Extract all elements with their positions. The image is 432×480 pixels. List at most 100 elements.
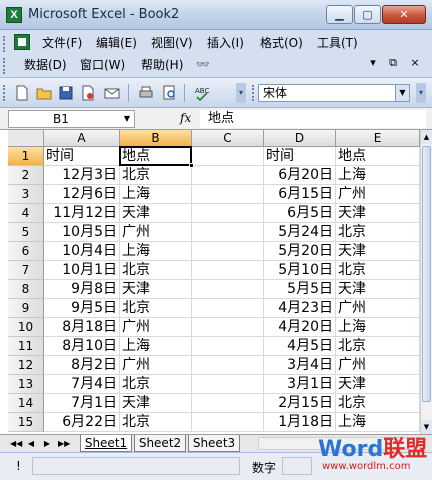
scroll-up-icon[interactable]: ▲: [421, 130, 432, 144]
cell-b7[interactable]: 北京: [120, 261, 192, 280]
cell-e11[interactable]: 北京: [336, 337, 420, 356]
chevron-down-icon[interactable]: ▼: [120, 111, 134, 127]
cell-b15[interactable]: 北京: [120, 413, 192, 432]
cell-a4[interactable]: 11月12日: [44, 204, 120, 223]
cell-c7[interactable]: [192, 261, 264, 280]
row-header[interactable]: 11: [8, 337, 44, 356]
row-header[interactable]: 1: [8, 147, 44, 166]
cell-d10[interactable]: 4月20日: [264, 318, 336, 337]
doc-minimize-icon[interactable]: ▾: [366, 56, 380, 69]
cell-c2[interactable]: [192, 166, 264, 185]
cell-e8[interactable]: 天津: [336, 280, 420, 299]
row-header[interactable]: 13: [8, 375, 44, 394]
tab-sheet3[interactable]: Sheet3: [188, 435, 240, 452]
menu-help[interactable]: 帮助(H): [141, 56, 183, 74]
cell-c1[interactable]: [192, 147, 264, 166]
next-sheet-icon[interactable]: ▶: [42, 437, 52, 451]
cell-e3[interactable]: 广州: [336, 185, 420, 204]
cell-c4[interactable]: [192, 204, 264, 223]
menu-insert[interactable]: 插入(I): [207, 34, 244, 52]
menu-format[interactable]: 格式(O): [260, 34, 303, 52]
cell-d15[interactable]: 1月18日: [264, 413, 336, 432]
cell-d13[interactable]: 3月1日: [264, 375, 336, 394]
insert-function-icon[interactable]: fx: [180, 111, 191, 125]
workbook-icon[interactable]: [14, 34, 30, 50]
toolbar-options-chevron[interactable]: ▾: [416, 83, 426, 103]
chevron-down-icon[interactable]: ▼: [395, 85, 409, 101]
cell-b3[interactable]: 上海: [120, 185, 192, 204]
cell-b5[interactable]: 广州: [120, 223, 192, 242]
cell-a7[interactable]: 10月1日: [44, 261, 120, 280]
cell-c6[interactable]: [192, 242, 264, 261]
column-header-b[interactable]: B: [120, 130, 192, 147]
row-header[interactable]: 5: [8, 223, 44, 242]
cell-c12[interactable]: [192, 356, 264, 375]
cell-a5[interactable]: 10月5日: [44, 223, 120, 242]
cell-b12[interactable]: 广州: [120, 356, 192, 375]
worksheet-grid[interactable]: A B C D E 1 时间 地点 时间 地点 2 12月3日 北京 6月20日 上海 3 12月6日 上海 6月1…: [0, 130, 420, 434]
column-header-a[interactable]: A: [44, 130, 120, 147]
cell-a15[interactable]: 6月22日: [44, 413, 120, 432]
cell-a2[interactable]: 12月3日: [44, 166, 120, 185]
menu-window[interactable]: 窗口(W): [80, 56, 125, 74]
cell-e4[interactable]: 天津: [336, 204, 420, 223]
cell-d14[interactable]: 2月15日: [264, 394, 336, 413]
row-header[interactable]: 14: [8, 394, 44, 413]
new-file-icon[interactable]: [14, 85, 30, 101]
tab-sheet1[interactable]: Sheet1: [80, 435, 132, 452]
menu-grip-handle[interactable]: [3, 36, 7, 52]
cell-d8[interactable]: 5月5日: [264, 280, 336, 299]
prev-sheet-icon[interactable]: ◀: [26, 437, 36, 451]
cell-c10[interactable]: [192, 318, 264, 337]
permission-icon[interactable]: [80, 85, 96, 101]
select-all-corner[interactable]: [8, 130, 44, 147]
maximize-button[interactable]: ▢: [354, 5, 381, 24]
cell-a13[interactable]: 7月4日: [44, 375, 120, 394]
cell-d3[interactable]: 6月15日: [264, 185, 336, 204]
font-name-select[interactable]: 宋体 ▼: [258, 84, 410, 102]
menu-tools[interactable]: 工具(T): [317, 34, 358, 52]
cell-b14[interactable]: 天津: [120, 394, 192, 413]
cell-a14[interactable]: 7月1日: [44, 394, 120, 413]
cell-a3[interactable]: 12月6日: [44, 185, 120, 204]
cell-a1[interactable]: 时间: [44, 147, 120, 166]
cell-d7[interactable]: 5月10日: [264, 261, 336, 280]
column-header-c[interactable]: C: [192, 130, 264, 147]
first-sheet-icon[interactable]: ◀◀: [10, 437, 22, 451]
cell-c14[interactable]: [192, 394, 264, 413]
name-box[interactable]: B1 ▼: [8, 110, 135, 128]
cell-c3[interactable]: [192, 185, 264, 204]
cell-b8[interactable]: 天津: [120, 280, 192, 299]
doc-close-icon[interactable]: ×: [408, 56, 422, 69]
cell-e15[interactable]: 上海: [336, 413, 420, 432]
formula-input[interactable]: 地点: [200, 110, 426, 128]
column-header-e[interactable]: E: [336, 130, 420, 147]
cell-e14[interactable]: 北京: [336, 394, 420, 413]
cell-b11[interactable]: 上海: [120, 337, 192, 356]
minimize-button[interactable]: ▁: [326, 5, 353, 24]
cell-a11[interactable]: 8月10日: [44, 337, 120, 356]
row-header[interactable]: 3: [8, 185, 44, 204]
cell-e12[interactable]: 广州: [336, 356, 420, 375]
cell-b1[interactable]: 地点: [120, 147, 192, 166]
cell-c5[interactable]: [192, 223, 264, 242]
cell-b2[interactable]: 北京: [120, 166, 192, 185]
cell-e5[interactable]: 北京: [336, 223, 420, 242]
column-header-d[interactable]: D: [264, 130, 336, 147]
cell-d1[interactable]: 时间: [264, 147, 336, 166]
cell-c13[interactable]: [192, 375, 264, 394]
glasses-icon[interactable]: 👓: [196, 56, 210, 74]
cell-a6[interactable]: 10月4日: [44, 242, 120, 261]
cell-a10[interactable]: 8月18日: [44, 318, 120, 337]
spelling-icon[interactable]: ABC: [194, 85, 210, 101]
cell-a8[interactable]: 9月8日: [44, 280, 120, 299]
save-icon[interactable]: [58, 85, 74, 101]
row-header[interactable]: 6: [8, 242, 44, 261]
row-header[interactable]: 4: [8, 204, 44, 223]
row-header[interactable]: 10: [8, 318, 44, 337]
cell-d11[interactable]: 4月5日: [264, 337, 336, 356]
cell-b13[interactable]: 北京: [120, 375, 192, 394]
cell-c11[interactable]: [192, 337, 264, 356]
close-button[interactable]: ✕: [382, 5, 426, 24]
menu-view[interactable]: 视图(V): [151, 34, 193, 52]
